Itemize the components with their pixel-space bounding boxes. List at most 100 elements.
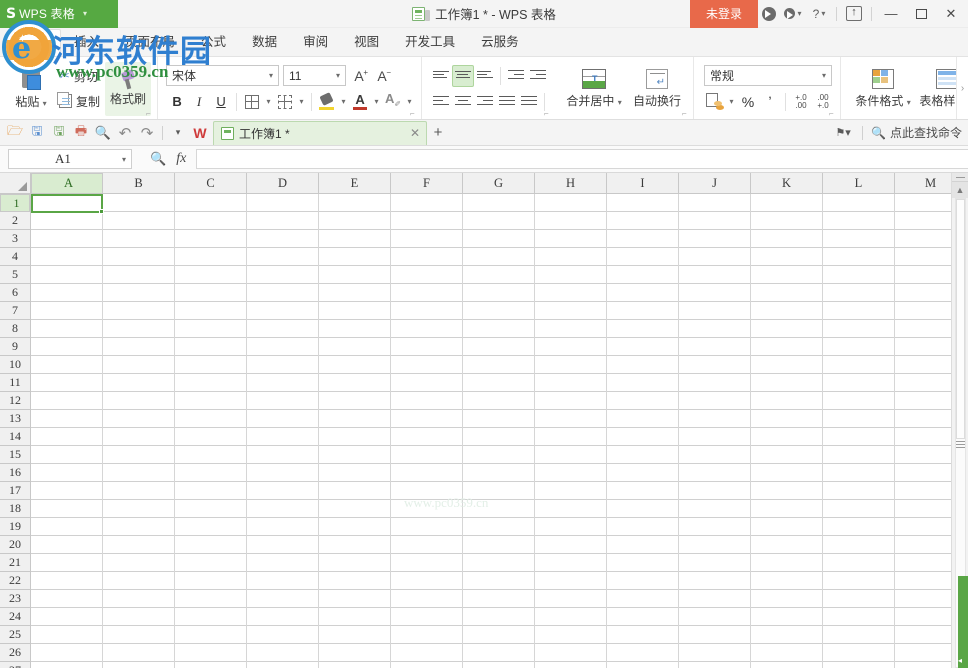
row-header-8[interactable]: 8 <box>0 320 30 338</box>
row-header-11[interactable]: 11 <box>0 374 30 392</box>
number-dialog-launcher[interactable]: ⌐ <box>829 110 837 118</box>
italic-button[interactable]: I <box>188 91 210 113</box>
formula-search-icon[interactable]: 🔍 <box>150 151 166 167</box>
distributed-align-button[interactable] <box>518 91 540 113</box>
row-header-4[interactable]: 4 <box>0 248 30 266</box>
scrollbar-thumb[interactable] <box>956 199 965 439</box>
formula-input[interactable] <box>196 149 968 169</box>
draw-border-button[interactable] <box>274 91 296 113</box>
app-menu-button[interactable]: S WPS 表格 ▾ <box>0 0 118 28</box>
close-button[interactable]: ✕ <box>936 0 966 28</box>
align-top-button[interactable] <box>430 65 452 87</box>
increase-decimal-button[interactable]: +.0.00 <box>790 91 812 113</box>
format-painter-button[interactable]: 格式刷 <box>105 61 152 116</box>
row-header-24[interactable]: 24 <box>0 608 30 626</box>
vip-badge-icon[interactable] <box>758 0 780 28</box>
row-header-23[interactable]: 23 <box>0 590 30 608</box>
alignment-dialog-launcher[interactable]: ⌐ <box>544 110 552 118</box>
underline-button[interactable]: U <box>210 91 232 113</box>
customize-qat-button[interactable]: ▾ <box>167 122 189 144</box>
wps-mark-icon[interactable]: W <box>189 122 211 144</box>
maximize-button[interactable] <box>906 0 936 28</box>
print-icon[interactable]: 🖶 <box>70 122 92 144</box>
row-header-6[interactable]: 6 <box>0 284 30 302</box>
split-pane-handle[interactable] <box>952 173 968 182</box>
row-header-22[interactable]: 22 <box>0 572 30 590</box>
row-header-13[interactable]: 13 <box>0 410 30 428</box>
close-icon[interactable]: ✕ <box>400 126 420 140</box>
redo-button[interactable]: ↷ <box>136 122 158 144</box>
row-header-21[interactable]: 21 <box>0 554 30 572</box>
row-header-12[interactable]: 12 <box>0 392 30 410</box>
number-format-select[interactable]: 常规 ▾ <box>704 64 833 86</box>
ribbon-tab-view[interactable]: 视图 <box>341 29 392 56</box>
borders-dropdown[interactable]: ▾ <box>263 91 274 113</box>
row-header-5[interactable]: 5 <box>0 266 30 284</box>
align-bottom-button[interactable] <box>474 65 496 87</box>
account-menu-icon[interactable]: ▾ <box>780 0 806 28</box>
undo-button[interactable]: ↶ <box>114 122 136 144</box>
open-icon[interactable]: 🗁 <box>4 122 26 144</box>
conditional-format-button[interactable]: 条件格式 ▾ <box>851 61 915 117</box>
merge-center-button[interactable]: T 合并居中 ▾ <box>561 61 627 117</box>
scroll-up-button[interactable]: ▲ <box>952 182 968 198</box>
column-header-h[interactable]: H <box>535 173 607 194</box>
ribbon-tab-review[interactable]: 审阅 <box>290 29 341 56</box>
bold-button[interactable]: B <box>166 91 188 113</box>
ribbon-tab-cloud-services[interactable]: 云服务 <box>468 29 532 56</box>
column-header-d[interactable]: D <box>247 173 319 194</box>
row-header-7[interactable]: 7 <box>0 302 30 320</box>
ribbon-tab-formulas[interactable]: 公式 <box>188 29 239 56</box>
increase-font-size-button[interactable]: A + <box>349 65 369 87</box>
percent-format-button[interactable]: % <box>737 91 759 113</box>
ribbon-tab-insert[interactable]: 插入 <box>61 29 112 56</box>
row-header-10[interactable]: 10 <box>0 356 30 374</box>
chevron-down-icon[interactable]: ▾ <box>83 9 87 18</box>
name-box[interactable]: A1 ▾ <box>8 149 132 169</box>
row-header-1[interactable]: 1 <box>0 194 30 212</box>
clipboard-dialog-launcher[interactable]: ⌐ <box>146 110 154 118</box>
column-header-b[interactable]: B <box>103 173 175 194</box>
highlight-button[interactable]: A✐ <box>382 91 404 113</box>
upload-cloud-icon[interactable] <box>841 0 867 28</box>
copy-button[interactable]: 复制 <box>54 90 105 113</box>
currency-format-button[interactable] <box>704 91 726 113</box>
decrease-font-size-button[interactable]: A − <box>372 65 392 87</box>
align-left-button[interactable] <box>430 91 452 113</box>
paste-button[interactable]: 粘贴 ▾ <box>8 61 54 117</box>
row-header-14[interactable]: 14 <box>0 428 30 446</box>
row-header-2[interactable]: 2 <box>0 212 30 230</box>
wrap-text-button[interactable]: 自动换行 <box>627 61 687 117</box>
row-header-26[interactable]: 26 <box>0 644 30 662</box>
column-header-c[interactable]: C <box>175 173 247 194</box>
fill-handle[interactable] <box>99 209 104 214</box>
row-header-9[interactable]: 9 <box>0 338 30 356</box>
row-header-15[interactable]: 15 <box>0 446 30 464</box>
draw-border-dropdown[interactable]: ▾ <box>296 91 307 113</box>
column-header-l[interactable]: L <box>823 173 895 194</box>
row-header-18[interactable]: 18 <box>0 500 30 518</box>
help-icon[interactable]: ? ▾ <box>806 0 832 28</box>
row-header-17[interactable]: 17 <box>0 482 30 500</box>
print-preview-icon[interactable]: 🔍 <box>92 122 114 144</box>
column-header-a[interactable]: A <box>31 173 103 194</box>
ribbon-tab-page-layout[interactable]: 页面布局 <box>112 29 188 56</box>
font-dialog-launcher[interactable]: ⌐ <box>410 110 418 118</box>
currency-dropdown[interactable]: ▾ <box>726 91 737 113</box>
save-as-icon[interactable]: 🖫 <box>48 122 70 144</box>
decrease-indent-button[interactable] <box>505 65 527 87</box>
font-color-dropdown[interactable]: ▾ <box>371 91 382 113</box>
column-header-j[interactable]: J <box>679 173 751 194</box>
justify-button[interactable] <box>496 91 518 113</box>
column-header-e[interactable]: E <box>319 173 391 194</box>
ribbon-collapse-button[interactable]: › <box>956 57 968 119</box>
row-header-3[interactable]: 3 <box>0 230 30 248</box>
row-header-25[interactable]: 25 <box>0 626 30 644</box>
column-header-k[interactable]: K <box>751 173 823 194</box>
login-button[interactable]: 未登录 <box>689 0 758 28</box>
font-size-select[interactable]: 11 ▾ <box>283 65 347 86</box>
comma-format-button[interactable]: ʼ <box>759 91 781 113</box>
ribbon-tab-developer[interactable]: 开发工具 <box>392 29 468 56</box>
flag-icon[interactable]: ⚑▾ <box>832 122 854 144</box>
row-header-16[interactable]: 16 <box>0 464 30 482</box>
